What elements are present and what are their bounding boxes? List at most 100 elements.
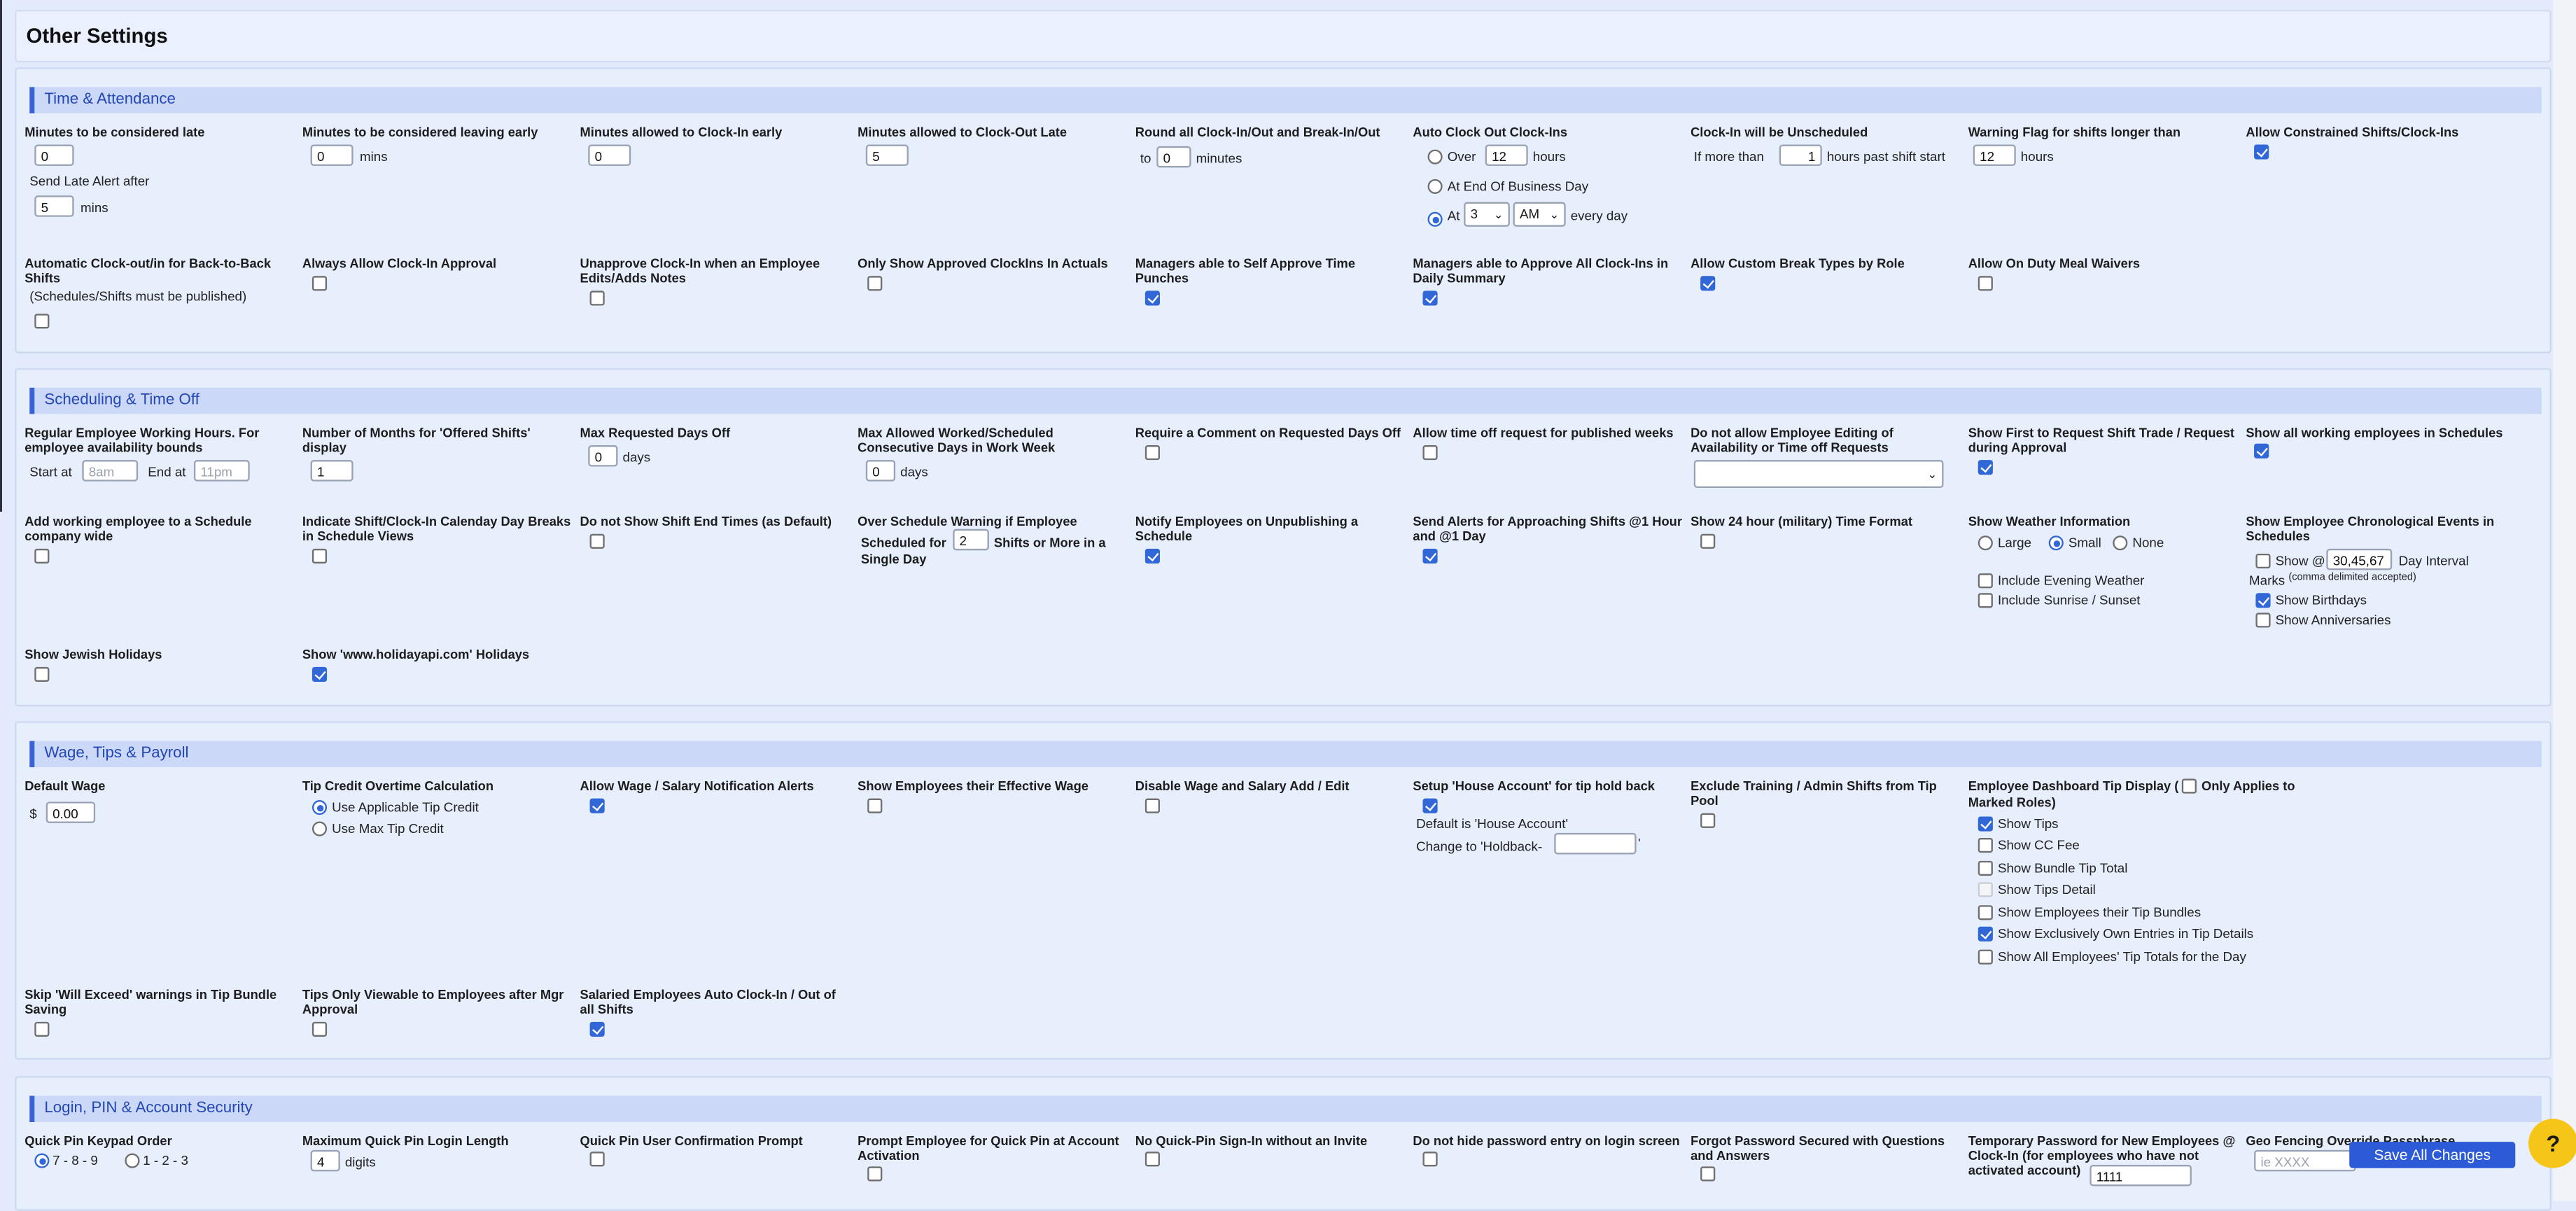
notify-unpublish-label: Notify Employees on Unpublishing a Sched… (1135, 514, 1359, 544)
unscheduled-input[interactable]: 1 (1779, 144, 1822, 167)
clockin-early-input[interactable]: 0 (588, 144, 631, 167)
weather-none-radio[interactable] (2113, 536, 2128, 551)
constrained-checkbox[interactable] (2254, 144, 2269, 160)
approach-checkbox[interactable] (1422, 548, 1438, 564)
max-consec-label: Max Allowed Worked/Scheduled Consecutive… (858, 425, 1056, 456)
max-consec-input[interactable]: 0 (865, 460, 896, 482)
dashboard-marked-roles-checkbox[interactable] (2181, 778, 2197, 794)
mgr-all-checkbox[interactable] (1422, 290, 1438, 306)
forgot-password-checkbox[interactable] (1700, 1166, 1716, 1182)
late-alert-label: Send Late Alert after (29, 174, 150, 189)
unapprove-checkbox[interactable] (589, 290, 605, 306)
birthdays-checkbox[interactable] (2255, 593, 2271, 608)
holidayapi-checkbox[interactable] (312, 666, 328, 682)
help-button[interactable]: ? (2528, 1119, 2576, 1168)
all-working-field: Show all working employees in Schedules (2246, 426, 2533, 440)
tip-max-radio[interactable] (312, 821, 328, 836)
military-field: Show 24 hour (military) Time Format (1690, 514, 1954, 529)
chrono-label: Show Employee Chronological Events in Sc… (2246, 514, 2495, 544)
scrollbar-track[interactable] (2553, 0, 2576, 1201)
late-alert-input[interactable]: 5 (34, 195, 74, 217)
show-cc-checkbox[interactable] (1977, 837, 1993, 853)
max-req-input[interactable]: 0 (588, 445, 618, 467)
auto-at-ampm-select[interactable]: AM ⌄ (1513, 202, 1566, 227)
military-checkbox[interactable] (1700, 533, 1716, 549)
evening-weather-checkbox[interactable] (1977, 573, 1993, 589)
round-input[interactable]: 0 (1156, 146, 1191, 168)
late-minutes-input[interactable]: 0 (34, 144, 74, 167)
disable-wage-checkbox[interactable] (1144, 798, 1160, 813)
months-input[interactable]: 1 (310, 460, 354, 482)
no-edit-select[interactable]: ⌄ (1693, 460, 1944, 489)
warning-flag-field: Warning Flag for shifts longer than (1968, 125, 2232, 139)
weather-small-radio[interactable] (2048, 536, 2064, 551)
auto-at-hour-select[interactable]: 3 ⌄ (1464, 202, 1510, 227)
show-bundle-checkbox[interactable] (1977, 860, 1993, 876)
tip-applicable-radio[interactable] (312, 799, 328, 816)
show-all-totals-checkbox[interactable] (1977, 949, 1993, 965)
no-hide-password-checkbox[interactable] (1422, 1152, 1438, 1167)
notify-unpublish-checkbox[interactable] (1144, 548, 1160, 564)
max-pin-length-input[interactable]: 4 (310, 1149, 340, 1172)
require-comment-checkbox[interactable] (1144, 445, 1160, 461)
auto-over-radio[interactable] (1427, 149, 1443, 164)
show-own-checkbox[interactable] (1977, 926, 1993, 941)
sunrise-checkbox[interactable] (1977, 593, 1993, 608)
salaried-checkbox[interactable] (589, 1021, 605, 1037)
auto-over-input[interactable]: 12 (1485, 144, 1528, 167)
save-all-button[interactable]: Save All Changes (2349, 1142, 2516, 1168)
auto-eod-radio[interactable] (1427, 178, 1443, 194)
geo-fencing-input[interactable]: ie XXXX (2254, 1149, 2356, 1172)
effective-wage-checkbox[interactable] (867, 798, 883, 813)
indicate-breaks-checkbox[interactable] (312, 548, 328, 564)
only-approved-checkbox[interactable] (867, 276, 883, 291)
effective-wage-field: Show Employees their Effective Wage (858, 778, 1128, 793)
house-change-label: Change to 'Holdback- (1416, 839, 1543, 855)
no-quick-pin-label: No Quick-Pin Sign-In without an Invite (1135, 1133, 1368, 1149)
evening-weather-label: Include Evening Weather (1997, 573, 2145, 589)
show-detail-checkbox[interactable] (1977, 882, 1993, 897)
no-end-checkbox[interactable] (589, 533, 605, 549)
end-at-input[interactable]: 11pm (193, 460, 250, 482)
no-quick-pin-checkbox[interactable] (1144, 1152, 1160, 1167)
house-account-checkbox[interactable] (1422, 798, 1438, 813)
show-tips-checkbox[interactable] (1977, 816, 1993, 832)
birthdays-label: Show Birthdays (2275, 593, 2367, 608)
tip-credit-field: Tip Credit Overtime Calculation (302, 778, 566, 793)
jewish-checkbox[interactable] (34, 666, 50, 682)
exclude-training-checkbox[interactable] (1700, 813, 1716, 828)
show-emp-bundles-checkbox[interactable] (1977, 905, 1993, 920)
default-wage-input[interactable]: 0.00 (46, 802, 96, 823)
skip-warnings-checkbox[interactable] (34, 1021, 50, 1037)
early-leave-input[interactable]: 0 (310, 144, 354, 167)
first-request-checkbox[interactable] (1977, 460, 1993, 475)
custom-break-checkbox[interactable] (1700, 276, 1716, 291)
weather-large-radio[interactable] (1977, 536, 1993, 551)
b2b-checkbox[interactable] (34, 314, 50, 329)
auto-at-radio[interactable] (1427, 211, 1443, 227)
wage-notify-checkbox[interactable] (589, 798, 605, 813)
page: Other Settings Time & Attendance Minutes… (0, 0, 2576, 1211)
start-at-input[interactable]: 8am (82, 460, 139, 482)
warning-flag-input[interactable]: 12 (1973, 144, 2016, 167)
keypad-123-radio[interactable] (125, 1153, 140, 1168)
chrono-checkbox[interactable] (2255, 553, 2271, 569)
pin-confirm-checkbox[interactable] (589, 1152, 605, 1167)
prompt-pin-label: Prompt Employee for Quick Pin at Account… (858, 1133, 1119, 1163)
allow-published-checkbox[interactable] (1422, 445, 1438, 461)
add-working-checkbox[interactable] (34, 548, 50, 564)
house-change-input[interactable] (1554, 832, 1637, 855)
prompt-pin-checkbox[interactable] (867, 1166, 883, 1182)
clockout-late-input[interactable]: 5 (865, 144, 909, 167)
meal-waiver-checkbox[interactable] (1977, 276, 1993, 291)
chrono-input[interactable]: 30,45,67 (2326, 548, 2393, 570)
temp-password-input[interactable]: 1111 (2090, 1165, 2192, 1186)
always-approval-checkbox[interactable] (312, 276, 328, 291)
holidayapi-field: Show 'www.holidayapi.com' Holidays (302, 648, 573, 662)
keypad-789-radio[interactable] (34, 1153, 50, 1168)
all-working-checkbox[interactable] (2254, 443, 2269, 458)
mgr-self-checkbox[interactable] (1144, 290, 1160, 306)
over-warn-input[interactable]: 2 (953, 528, 989, 551)
tips-after-checkbox[interactable] (312, 1021, 328, 1037)
anniversaries-checkbox[interactable] (2255, 612, 2271, 628)
